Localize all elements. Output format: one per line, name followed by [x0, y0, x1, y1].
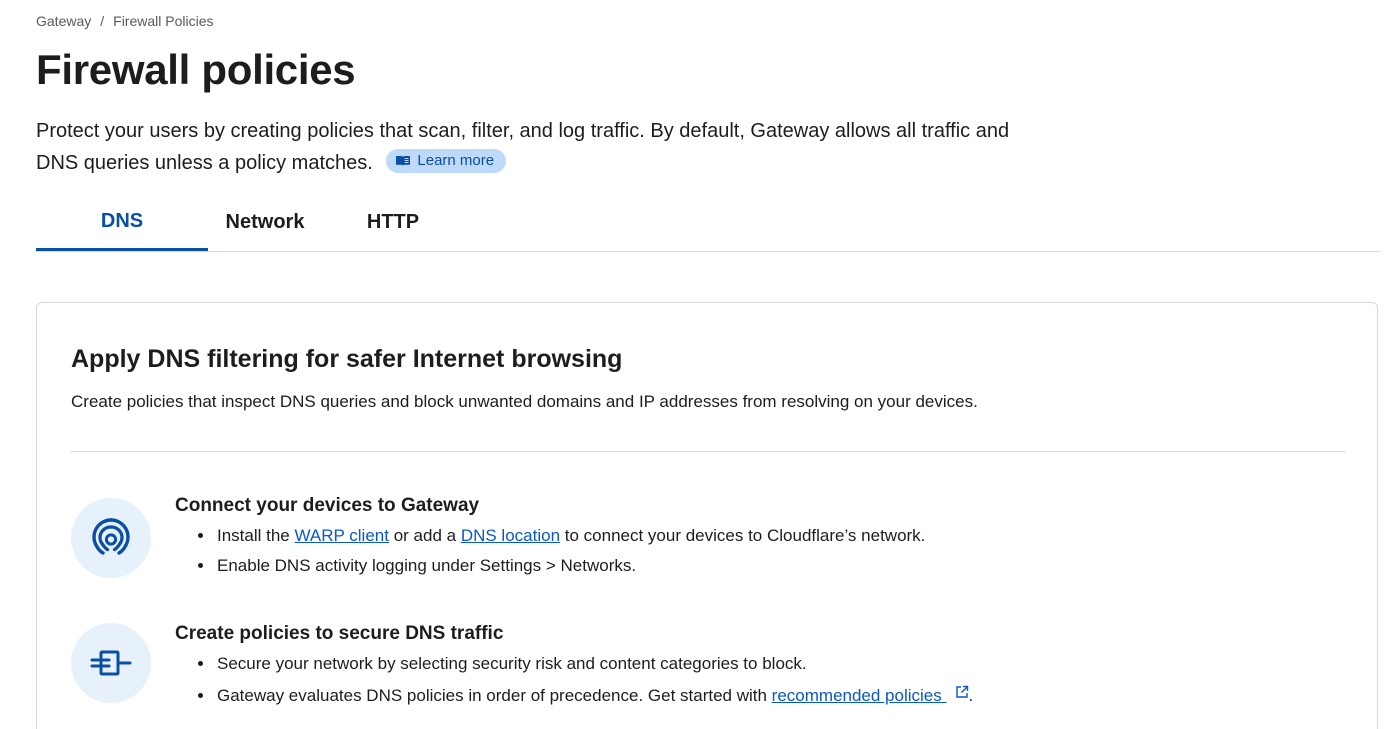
wifi-signal-icon	[71, 498, 151, 578]
breadcrumb-separator: /	[100, 13, 105, 29]
firewall-icon	[71, 623, 151, 703]
card-title: Apply DNS filtering for safer Internet b…	[71, 345, 623, 373]
dns-empty-state-card: Apply DNS filtering for safer Internet b…	[36, 302, 1378, 729]
step-bullets: Install the WARP client or add a DNS loc…	[175, 521, 925, 581]
tab-network[interactable]: Network	[208, 200, 322, 249]
bullet-text: Install the	[217, 526, 295, 545]
list-item: Install the WARP client or add a DNS loc…	[215, 521, 925, 551]
recommended-policies-link[interactable]: recommended policies	[772, 686, 947, 705]
list-item: Enable DNS activity logging under Settin…	[215, 551, 925, 581]
card-divider	[71, 451, 1345, 452]
page: Gateway / Firewall Policies Firewall pol…	[0, 0, 1400, 729]
bullet-text: .	[968, 686, 974, 705]
learn-more-label: Learn more	[417, 152, 495, 169]
recommended-policies-label: recommended policies	[771, 686, 942, 705]
step-connect-devices: Connect your devices to Gateway Install …	[175, 493, 925, 581]
learn-more-button[interactable]: Learn more	[386, 149, 507, 173]
breadcrumb-current: Firewall Policies	[113, 13, 214, 29]
dns-location-link[interactable]: DNS location	[461, 526, 560, 545]
tab-dns[interactable]: DNS	[36, 200, 208, 251]
book-icon	[395, 155, 411, 167]
page-title: Firewall policies	[36, 46, 356, 93]
card-subtitle: Create policies that inspect DNS queries…	[71, 392, 978, 411]
page-description-text: Protect your users by creating policies …	[36, 120, 1010, 174]
bullet-text: to connect your devices to Cloudflare’s …	[560, 526, 926, 545]
breadcrumb-gateway-link[interactable]: Gateway	[36, 13, 91, 29]
step-bullets: Secure your network by selecting securit…	[175, 649, 973, 711]
policy-tabs: DNS Network HTTP	[36, 200, 1380, 252]
step-title: Create policies to secure DNS traffic	[175, 623, 504, 644]
tab-http[interactable]: HTTP	[322, 200, 464, 249]
bullet-text: Gateway evaluates DNS policies in order …	[217, 686, 772, 705]
list-item: Gateway evaluates DNS policies in order …	[215, 679, 973, 711]
step-create-policies: Create policies to secure DNS traffic Se…	[175, 621, 973, 711]
page-description: Protect your users by creating policies …	[36, 115, 1046, 179]
breadcrumb: Gateway / Firewall Policies	[36, 13, 214, 29]
step-title: Connect your devices to Gateway	[175, 495, 480, 516]
bullet-text: or add a	[388, 526, 461, 545]
external-link-icon[interactable]	[955, 679, 969, 709]
warp-client-link[interactable]: WARP client	[295, 526, 389, 545]
list-item: Secure your network by selecting securit…	[215, 649, 973, 679]
